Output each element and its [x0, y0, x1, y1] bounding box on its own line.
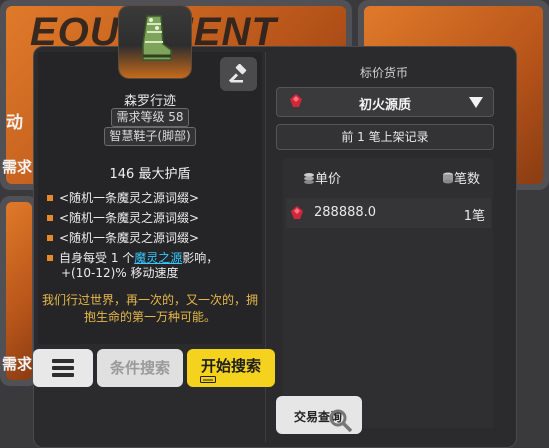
mod-bullet-icon [47, 254, 53, 261]
item-mod: <随机一条魔灵之源词缀> [47, 211, 199, 226]
condition-search-button[interactable]: 条件搜索 [97, 349, 183, 387]
listing-history-button[interactable]: 前 1 笔上架记录 [276, 124, 494, 150]
currency-label: 标价货币 [359, 66, 408, 80]
coin-stack-icon [304, 173, 314, 184]
start-search-button[interactable]: 开始搜索 [187, 349, 275, 387]
gavel-icon [228, 64, 246, 83]
hamburger-icon [52, 359, 74, 363]
auction-hammer-button[interactable] [220, 57, 257, 91]
item-level-requirement: 需求等级 58 [111, 108, 189, 127]
item-icon [119, 6, 191, 78]
item-name: 森罗行迹 [123, 94, 176, 109]
currency-selected: 初火源质 [358, 98, 411, 113]
item-special-mod-line2: +(10-12)% 移动速度 [61, 266, 179, 280]
listing-row[interactable]: 288888.0 1笔 [286, 198, 491, 228]
item-type: 智慧鞋子(脚部) [104, 127, 196, 146]
item-mod: <随机一条魔灵之源词缀> [47, 231, 199, 246]
price-column-header[interactable]: 单价 [303, 168, 341, 187]
fire-essence-icon [291, 206, 303, 219]
mod-bullet-icon [47, 214, 53, 221]
item-type-row: 智慧鞋子(脚部) [38, 127, 262, 146]
database-icon [443, 172, 453, 184]
background-card-label-2: 需求 [2, 159, 33, 176]
item-armor: 146 最大护盾 [109, 167, 191, 182]
boots-icon [142, 15, 172, 61]
keyboard-icon [200, 376, 216, 383]
currency-dropdown[interactable]: 初火源质 [276, 87, 494, 117]
item-mod: <随机一条魔灵之源词缀> [47, 191, 199, 206]
item-special-mod: 自身每受 1 个魔灵之源影响， [47, 251, 218, 266]
listing-price: 288888.0 [314, 205, 377, 220]
trade-query-button[interactable]: 交易查询 [276, 396, 362, 434]
menu-button[interactable] [33, 349, 93, 387]
chevron-down-icon [469, 97, 483, 108]
item-level-requirement-row: 需求等级 58 [38, 108, 262, 127]
background-card-label-3: 需求 [2, 356, 33, 373]
mod-keyword-link[interactable]: 魔灵之源 [134, 251, 182, 265]
listing-quantity: 1笔 [463, 209, 485, 224]
search-icon [329, 409, 353, 433]
item-flavor-text: 我们行过世界，再一次的，又一次的，拥抱生命的第一万种可能。 [42, 293, 259, 324]
mod-bullet-icon [47, 234, 53, 241]
background-card-label: 动 [6, 113, 23, 132]
quantity-column-header[interactable]: 笔数 [442, 168, 480, 187]
mod-bullet-icon [47, 194, 53, 201]
